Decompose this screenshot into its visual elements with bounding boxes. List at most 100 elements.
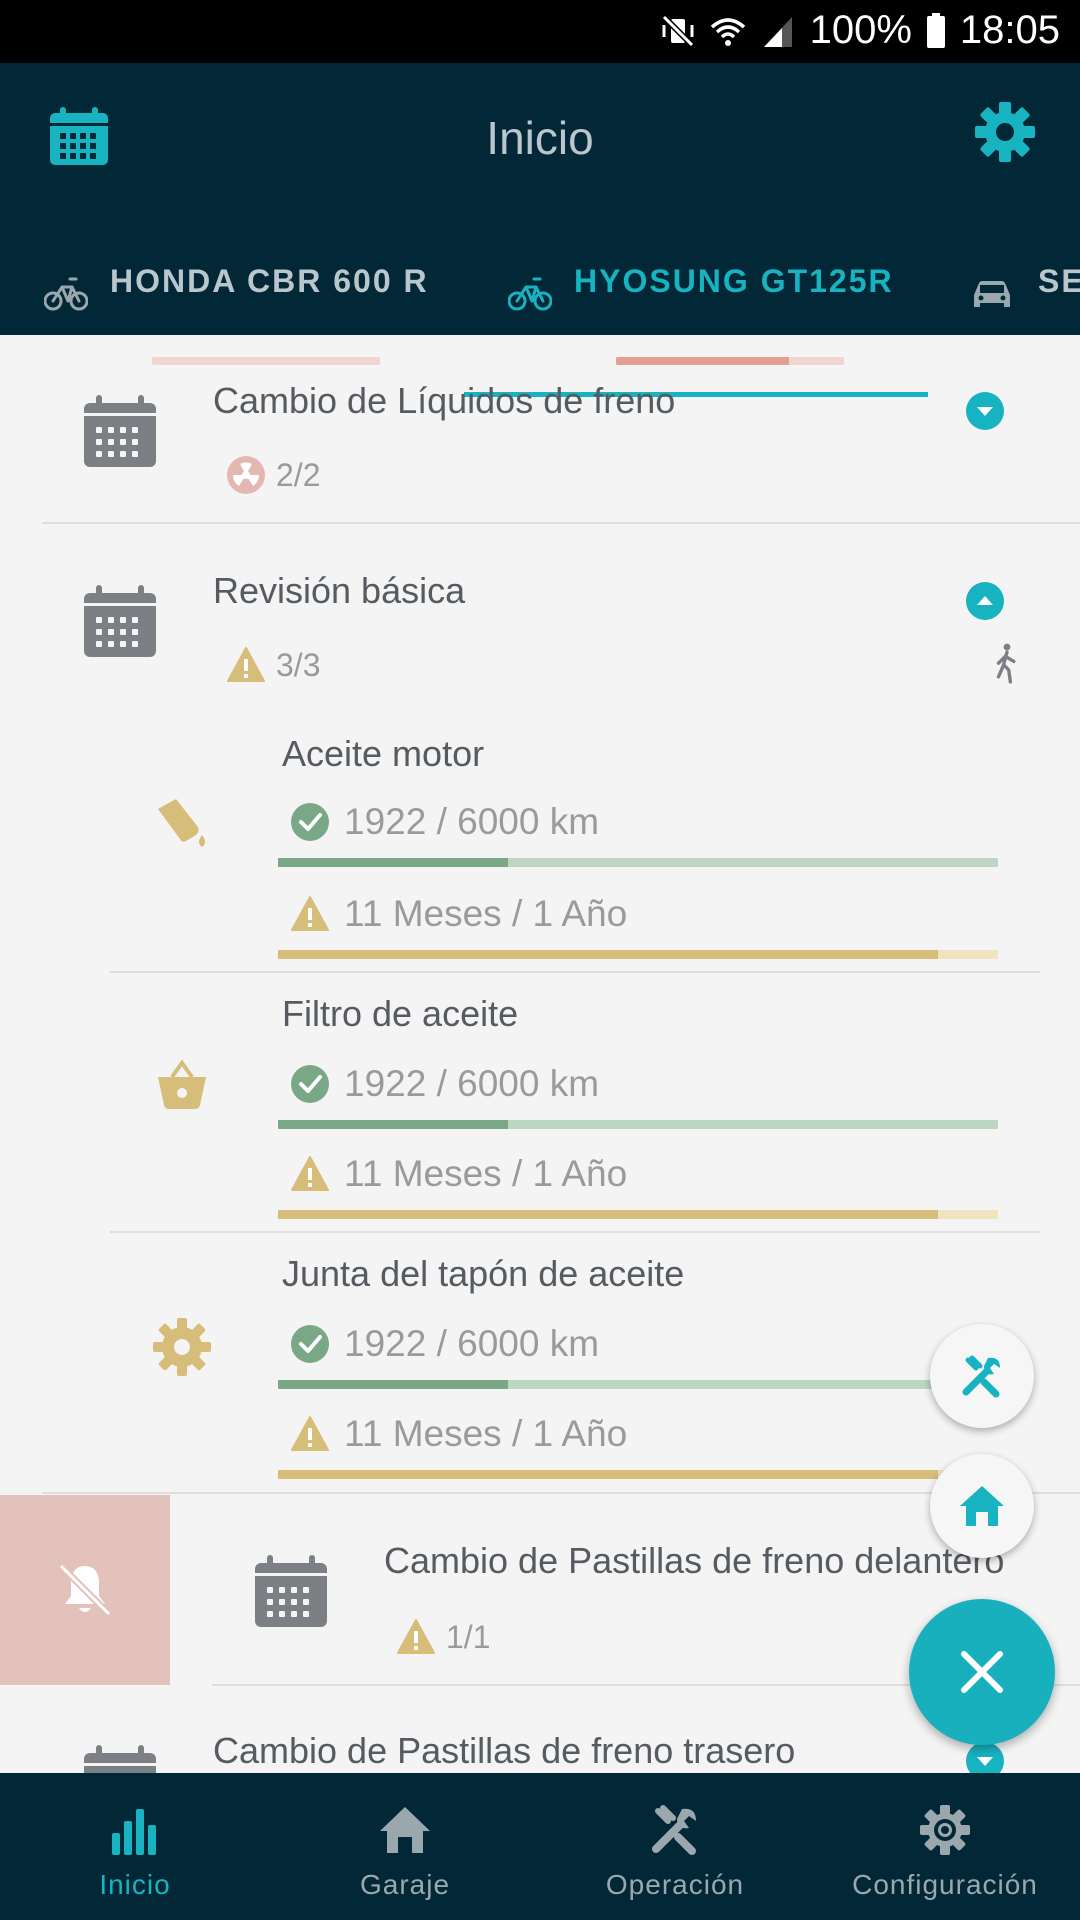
group-title: Cambio de Pastillas de freno delantero	[384, 1540, 1005, 1581]
tab-third-vehicle[interactable]: SE	[960, 235, 1080, 335]
group-count-badge: 1/1	[396, 1617, 490, 1657]
km-value: 1922 / 6000 km	[344, 801, 600, 842]
status-bar: 100% 18:05	[0, 0, 1080, 63]
warning-icon	[396, 1617, 436, 1657]
km-value: 1922 / 6000 km	[344, 1323, 600, 1364]
tools-icon	[962, 1355, 1000, 1398]
time-progress-bar	[278, 1210, 998, 1219]
group-title: Cambio de Líquidos de freno	[213, 380, 676, 421]
badge-count: 2/2	[276, 456, 321, 493]
tab-honda[interactable]: HONDA CBR 600 R	[0, 235, 462, 365]
warning-icon	[226, 645, 266, 685]
basket-icon	[158, 1059, 206, 1109]
nav-label: Garaje	[359, 1869, 451, 1900]
group-count-badge: 3/3	[226, 645, 320, 685]
time-progress-bar	[278, 1470, 998, 1479]
divider	[110, 1231, 1040, 1233]
item-title: Aceite motor	[282, 733, 485, 774]
nav-label: Configuración	[852, 1869, 1038, 1900]
clock: 18:05	[959, 8, 1060, 52]
bicycle-icon	[44, 273, 88, 313]
time-value: 11 Meses / 1 Año	[344, 1153, 628, 1194]
group-title: Revisión básica	[213, 570, 466, 611]
time-value: 11 Meses / 1 Año	[344, 1413, 628, 1454]
km-progress-fill	[278, 1380, 509, 1389]
garage-fab[interactable]	[930, 1454, 1034, 1558]
time-progress-bar	[278, 950, 998, 959]
tab-label: HONDA CBR 600 R	[110, 263, 429, 299]
maintenance-list: Cambio de Líquidos de freno 2/2 Revisión…	[0, 335, 1080, 1773]
calendar-icon	[82, 1743, 158, 1773]
calendar-icon	[253, 1553, 329, 1629]
tools-icon	[652, 1805, 696, 1855]
group-count-badge: 2/2	[226, 455, 320, 495]
close-icon	[961, 1651, 1003, 1693]
expand-chevron-icon[interactable]	[965, 1741, 1005, 1773]
nav-inicio[interactable]: Inicio	[0, 1773, 270, 1920]
page-title: Inicio	[486, 112, 594, 164]
nav-garaje[interactable]: Garaje	[270, 1773, 540, 1920]
km-progress-fill	[278, 858, 509, 867]
divider	[42, 522, 1080, 524]
tab-hyosung[interactable]: HYOSUNG GT125R	[464, 235, 928, 397]
km-progress-bar	[278, 1120, 998, 1129]
time-progress-fill	[278, 950, 939, 959]
nav-label: Inicio	[99, 1869, 171, 1900]
walking-person-icon	[996, 643, 1016, 684]
vibrate-mute-icon	[661, 14, 694, 47]
item-title: Filtro de aceite	[282, 993, 519, 1034]
car-icon	[974, 281, 1010, 307]
group-title: Cambio de Pastillas de freno trasero	[213, 1730, 796, 1771]
gear-icon	[920, 1805, 970, 1855]
home-icon	[380, 1807, 430, 1853]
nav-operacion[interactable]: Operación	[540, 1773, 810, 1920]
calendar-icon	[82, 583, 158, 659]
time-value: 11 Meses / 1 Año	[344, 893, 628, 934]
tab-label: HYOSUNG GT125R	[574, 263, 894, 299]
nav-label: Operación	[605, 1869, 745, 1900]
warning-icon	[290, 1154, 330, 1194]
signal-icon	[763, 16, 792, 47]
bar-chart-icon	[112, 1809, 156, 1855]
divider	[110, 971, 1040, 973]
check-circle-icon	[290, 1064, 330, 1104]
battery-percent: 100%	[809, 8, 912, 52]
divider	[42, 1492, 1080, 1494]
settings-gear-icon[interactable]	[974, 101, 1036, 163]
gear-icon	[153, 1318, 211, 1376]
item-title: Junta del tapón de aceite	[282, 1253, 685, 1294]
check-circle-icon	[290, 802, 330, 842]
expand-chevron-icon[interactable]	[965, 391, 1005, 431]
check-circle-icon	[290, 1324, 330, 1364]
operation-fab[interactable]	[930, 1324, 1034, 1428]
home-icon	[960, 1486, 1004, 1526]
mute-swipe-action[interactable]	[0, 1495, 170, 1685]
time-metric: 11 Meses / 1 Año	[290, 1153, 627, 1195]
calendar-icon	[82, 393, 158, 469]
time-progress-fill	[278, 1470, 939, 1479]
time-metric: 11 Meses / 1 Año	[290, 893, 627, 935]
km-progress-bar	[278, 1380, 998, 1389]
vehicle-tabs: HONDA CBR 600 R HYOSUNG GT125R SE	[0, 235, 1080, 397]
km-progress-bar	[278, 858, 998, 867]
app-bar: Inicio HONDA CBR 600 R HYOSUNG GT125R SE	[0, 63, 1080, 397]
battery-icon	[926, 12, 945, 48]
badge-count: 3/3	[276, 646, 321, 683]
radiation-icon	[227, 456, 265, 494]
bottom-navigation: Inicio Garaje Operación Configuración	[0, 1773, 1080, 1920]
km-metric: 1922 / 6000 km	[290, 1063, 599, 1105]
warning-icon	[290, 894, 330, 934]
wifi-icon	[710, 17, 745, 46]
km-progress-fill	[278, 1120, 509, 1129]
km-metric: 1922 / 6000 km	[290, 801, 599, 843]
km-value: 1922 / 6000 km	[344, 1063, 600, 1104]
warning-icon	[290, 1414, 330, 1454]
time-progress-fill	[278, 1210, 939, 1219]
km-metric: 1922 / 6000 km	[290, 1323, 599, 1365]
oil-can-icon	[158, 799, 205, 847]
close-fab[interactable]	[909, 1599, 1055, 1745]
time-metric: 11 Meses / 1 Año	[290, 1413, 627, 1455]
badge-count: 1/1	[446, 1618, 491, 1655]
nav-configuracion[interactable]: Configuración	[810, 1773, 1080, 1920]
collapse-chevron-icon[interactable]	[965, 581, 1005, 621]
